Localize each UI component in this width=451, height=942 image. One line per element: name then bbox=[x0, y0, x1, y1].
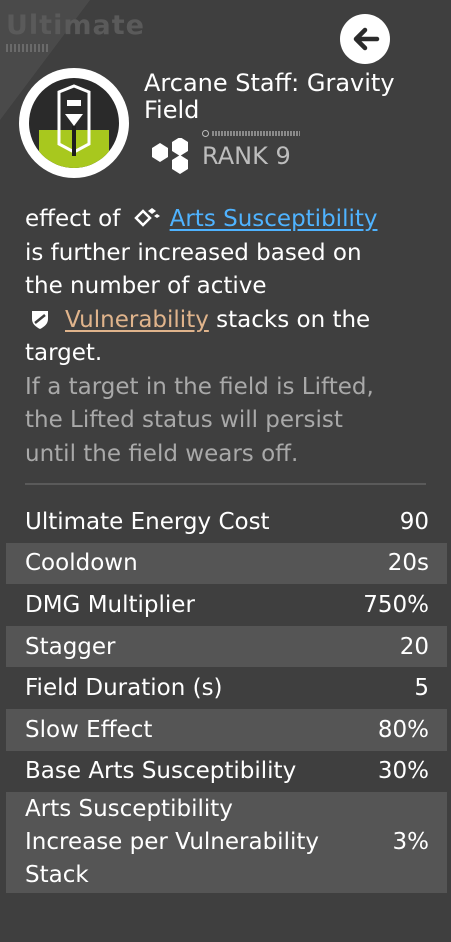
stat-label: Base Arts Susceptibility bbox=[25, 758, 297, 785]
stats-table: Ultimate Energy Cost 90 Cooldown 20s DMG… bbox=[6, 501, 447, 894]
description-line: is further increased based on bbox=[25, 239, 362, 266]
description-text: stacks on the bbox=[216, 306, 371, 333]
section-title: Ultimate bbox=[6, 10, 145, 41]
vulnerability-shield-icon bbox=[32, 310, 48, 329]
stat-row: Cooldown 20s bbox=[6, 542, 447, 585]
description-line: Vulnerability stacks on the bbox=[25, 304, 430, 338]
stat-row: Stagger 20 bbox=[6, 625, 447, 668]
description-note-line: until the field wears off. bbox=[25, 440, 299, 467]
skill-name-line2: Field bbox=[144, 96, 200, 124]
stat-label: Arts Susceptibility Increase per Vulnera… bbox=[25, 793, 319, 892]
stat-value: 90 bbox=[399, 508, 429, 535]
skill-description: effect of Arts Susceptibility is further… bbox=[25, 203, 430, 471]
stat-value: 5 bbox=[414, 675, 429, 702]
header-barcode-decoration bbox=[6, 44, 48, 52]
stat-value: 750% bbox=[363, 591, 429, 618]
stat-label: Stagger bbox=[25, 633, 116, 660]
arts-susceptibility-link[interactable]: Arts Susceptibility bbox=[170, 206, 378, 232]
description-line: target. bbox=[25, 340, 103, 366]
rank-label: RANK 9 bbox=[202, 142, 291, 170]
stat-row: Slow Effect 80% bbox=[6, 708, 447, 751]
stat-label: Field Duration (s) bbox=[25, 675, 223, 702]
stat-row: DMG Multiplier 750% bbox=[6, 584, 447, 626]
stat-label-line: Increase per Vulnerability bbox=[25, 829, 319, 856]
vulnerability-link[interactable]: Vulnerability bbox=[65, 307, 209, 333]
description-note-line: If a target in the field is Lifted, bbox=[25, 373, 374, 400]
stat-label: Ultimate Energy Cost bbox=[25, 508, 270, 535]
rank-tiny-caption-decoration bbox=[202, 129, 300, 137]
arts-susceptibility-icon bbox=[133, 208, 160, 227]
skill-emblem-icon bbox=[19, 68, 129, 178]
stat-label-line: Stack bbox=[25, 862, 89, 889]
stat-row: Field Duration (s) 5 bbox=[6, 667, 447, 709]
back-button[interactable] bbox=[340, 14, 390, 64]
stat-label: Slow Effect bbox=[25, 716, 153, 743]
description-line: effect of Arts Susceptibility bbox=[25, 203, 430, 237]
skill-name: Arcane Staff: Gravity Field bbox=[144, 70, 434, 124]
stat-row: Ultimate Energy Cost 90 bbox=[6, 501, 447, 543]
stat-label: DMG Multiplier bbox=[25, 591, 195, 618]
description-line: the number of active bbox=[25, 273, 267, 299]
stat-value: 20 bbox=[399, 633, 429, 660]
stat-label: Cooldown bbox=[25, 550, 138, 577]
stat-value: 80% bbox=[377, 716, 429, 743]
stat-value: 30% bbox=[377, 758, 429, 785]
stat-value: 20s bbox=[387, 550, 429, 577]
description-note-line: the Lifted status will persist bbox=[25, 407, 343, 433]
divider bbox=[25, 483, 426, 485]
skill-name-line1: Arcane Staff: Gravity bbox=[144, 69, 395, 97]
back-arrow-icon bbox=[353, 27, 380, 51]
stat-row: Base Arts Susceptibility 30% bbox=[6, 751, 447, 793]
rank-hexagon-icon bbox=[152, 138, 188, 174]
stat-value: 3% bbox=[392, 829, 430, 856]
stat-label-line: Arts Susceptibility bbox=[25, 796, 233, 823]
description-text: effect of bbox=[25, 206, 121, 232]
stat-row: Arts Susceptibility Increase per Vulnera… bbox=[6, 792, 447, 894]
